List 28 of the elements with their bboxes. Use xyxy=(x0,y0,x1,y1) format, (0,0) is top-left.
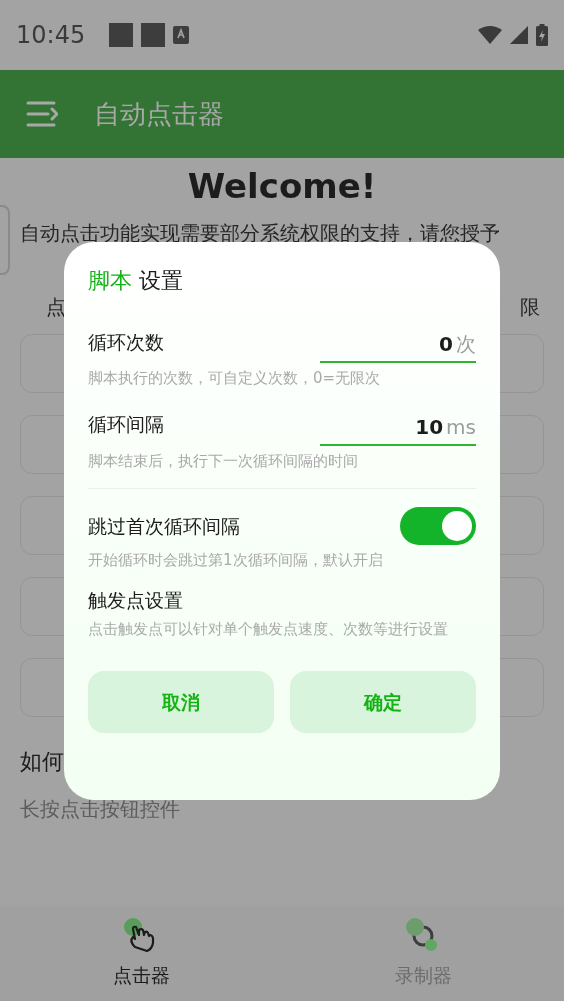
setting-description: 开始循环时会跳过第1次循环间隔，默认开启 xyxy=(88,550,384,571)
wifi-icon xyxy=(478,26,502,44)
welcome-heading: Welcome! xyxy=(186,165,378,208)
nav-tab[interactable]: 点击器 xyxy=(71,917,211,990)
setting-description: 点击触发点可以针对单个触发点速度、次数等进行设置 xyxy=(88,619,449,640)
toggle-switch[interactable] xyxy=(400,507,476,545)
status-time: 10:45 xyxy=(16,20,86,51)
setting-description: 脚本执行的次数，可自定义次数，0=无限次 xyxy=(88,368,382,389)
permission-text: 点 xyxy=(46,294,66,321)
notification-icon xyxy=(141,23,166,47)
setting-description: 脚本结束后，执行下一次循环间隔的时间 xyxy=(88,450,359,472)
setting-label: 循环次数 xyxy=(88,329,164,355)
notification-icon xyxy=(109,23,134,47)
number-field[interactable]: 10 ms xyxy=(320,411,476,446)
permission-text: 限 xyxy=(520,294,540,321)
battery-icon xyxy=(536,24,548,46)
setting-label: 触发点设置 xyxy=(88,587,183,613)
edge-handle[interactable] xyxy=(0,205,10,275)
app-title: 自动点击器 xyxy=(94,97,224,131)
howto-heading: 如何 xyxy=(19,748,65,776)
menu-icon[interactable] xyxy=(26,100,58,128)
signal-icon xyxy=(510,26,528,44)
keyboard-icon xyxy=(173,26,190,44)
number-field[interactable]: 0 次 xyxy=(320,329,476,363)
setting-label: 跳过首次循环间隔 xyxy=(88,513,240,539)
howto-text: 长按点击按钮控件 xyxy=(19,796,181,823)
setting-label: 循环间隔 xyxy=(88,412,164,438)
dialog-title: 脚本 设置 xyxy=(88,267,184,295)
